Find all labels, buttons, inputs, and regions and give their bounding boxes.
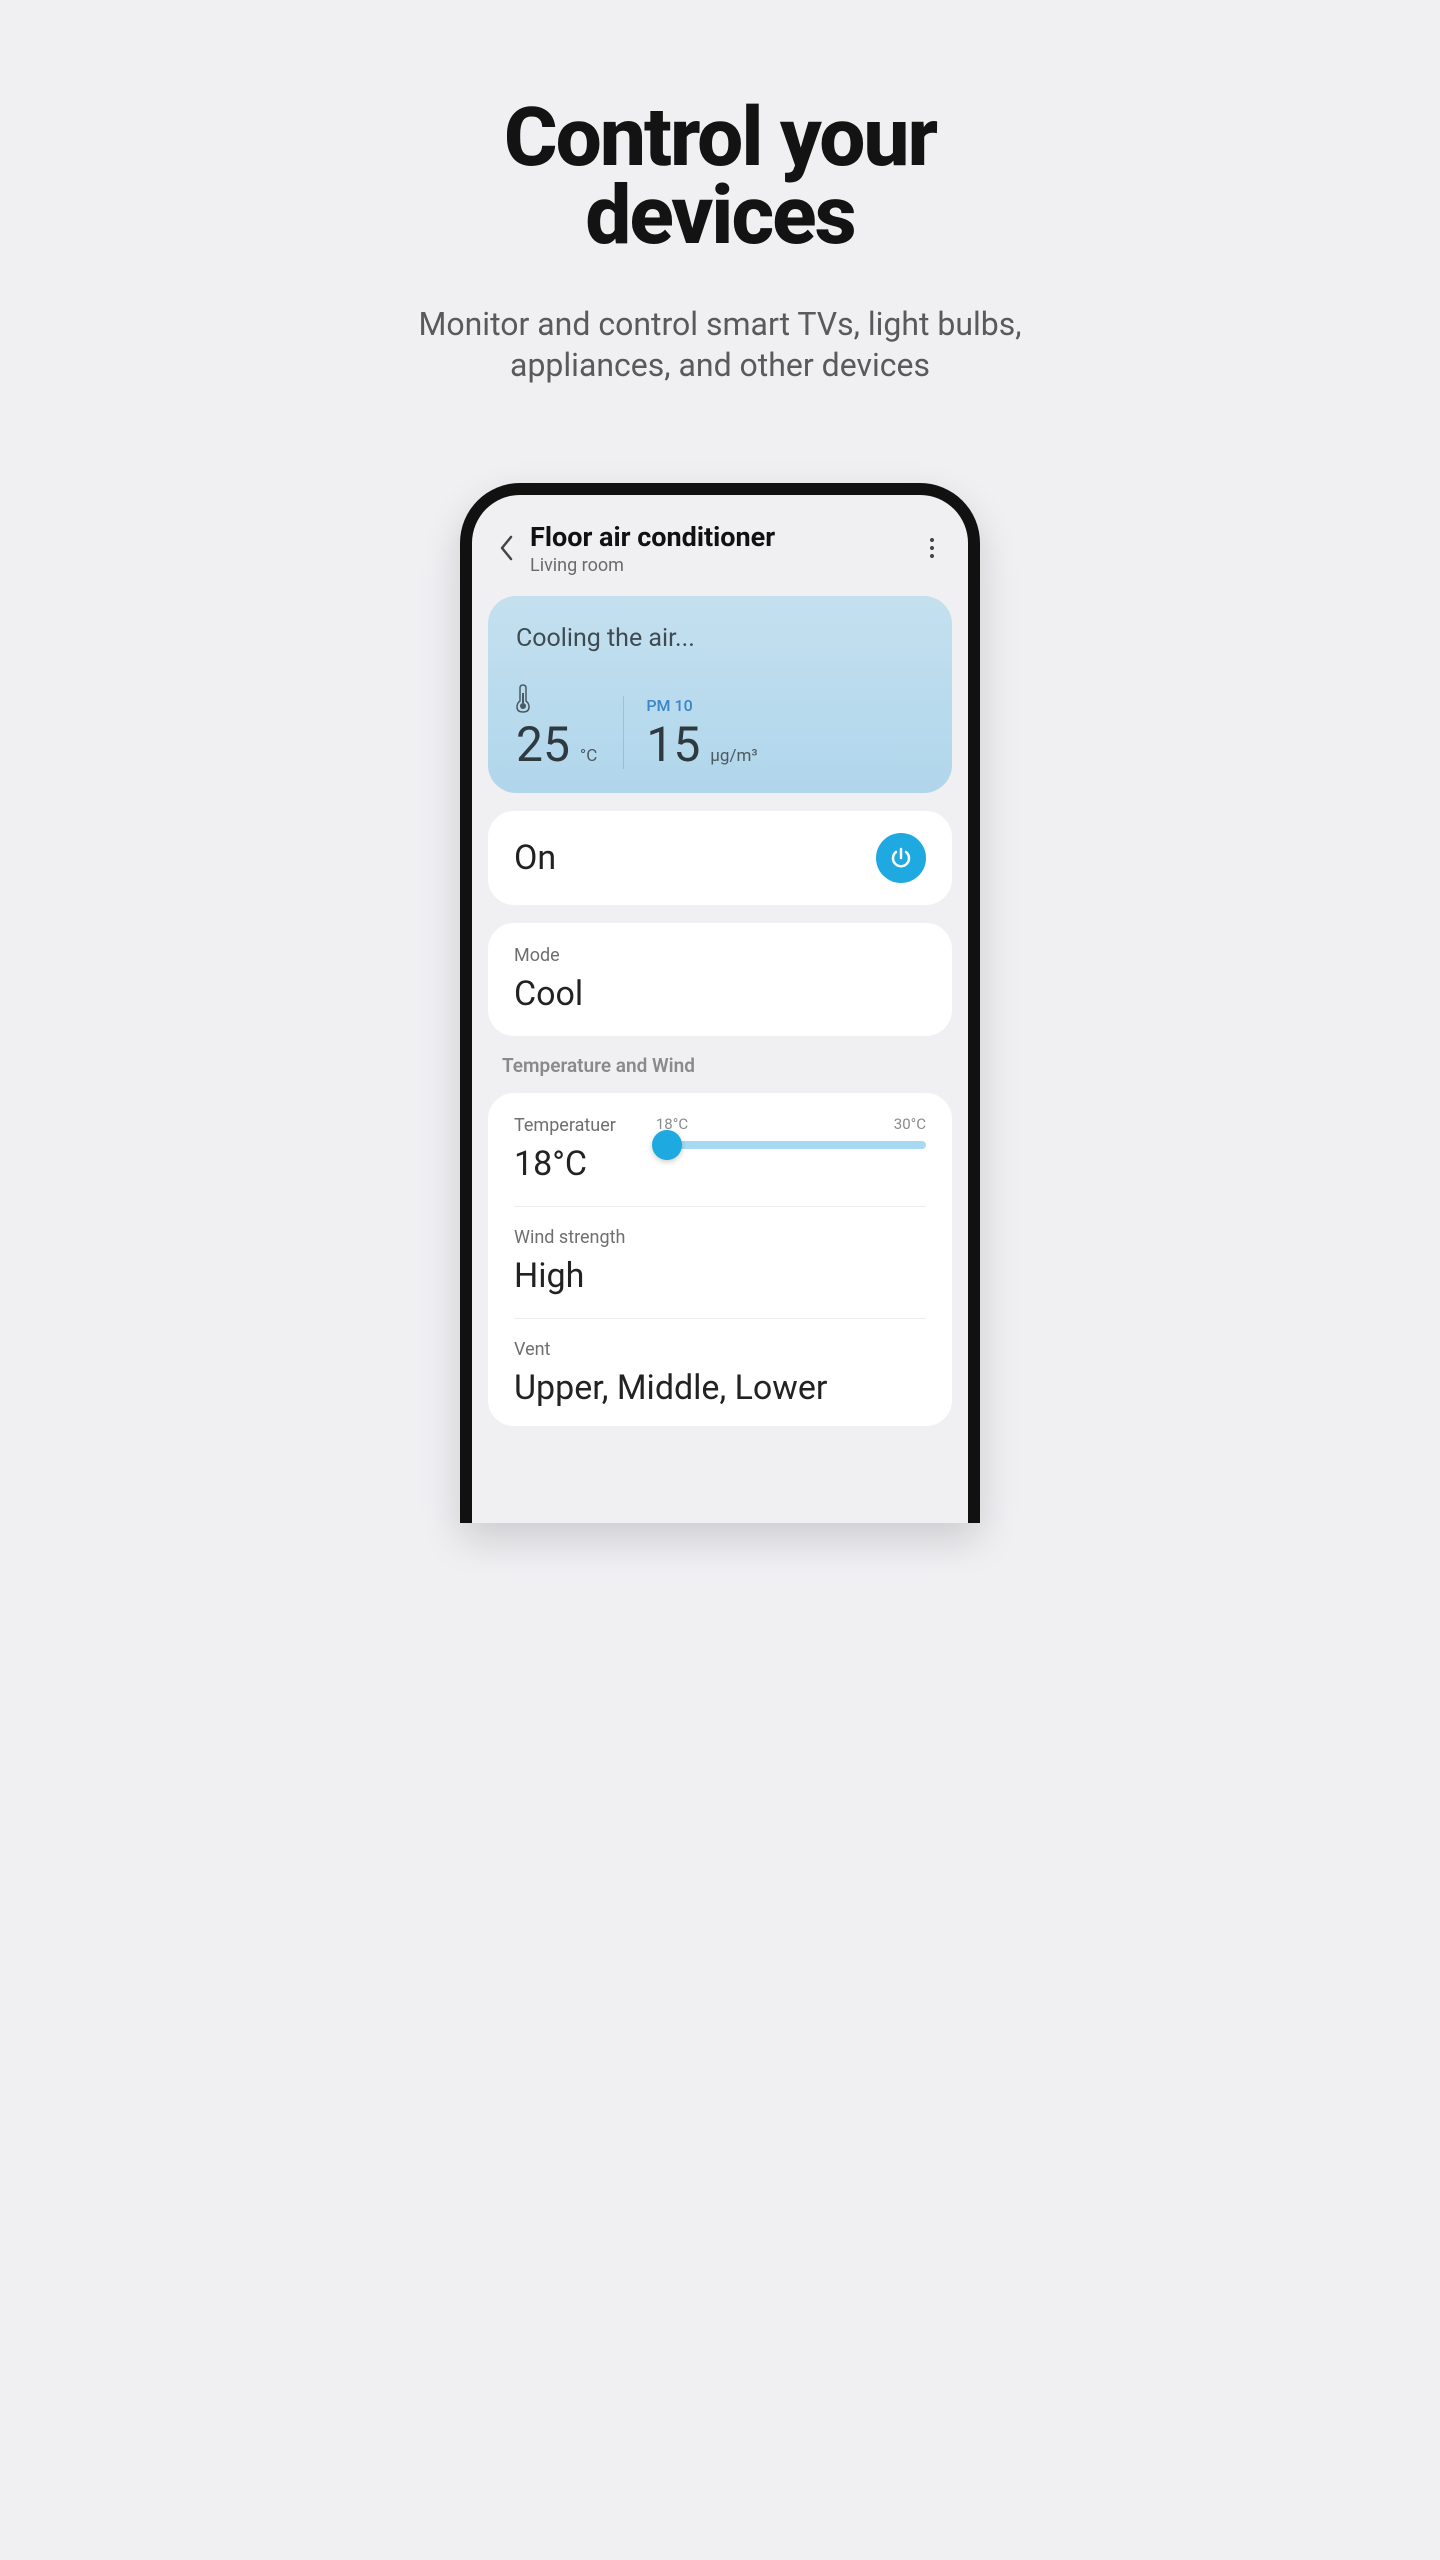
slider-max-label: 30°C [894,1115,926,1133]
wind-label: Wind strength [514,1227,926,1248]
pm-value: 15 [646,716,700,773]
temperature-slider[interactable]: 18°C 30°C [656,1115,926,1149]
title-bar: Floor air conditioner Living room [488,517,952,584]
chevron-left-icon [499,535,515,561]
slider-thumb[interactable] [652,1130,682,1160]
hero-title-line2: devices [585,168,854,264]
vent-value: Upper, Middle, Lower [514,1368,926,1408]
mode-label: Mode [514,945,926,966]
power-state: On [514,838,556,878]
more-button[interactable] [916,528,948,568]
current-temp-value: 25 [516,716,570,773]
status-text: Cooling the air... [516,624,924,653]
power-button[interactable] [876,833,926,883]
wind-block[interactable]: Wind strength High [514,1207,926,1319]
device-title: Floor air conditioner [530,521,916,553]
current-temp-unit: °C [580,746,597,766]
vent-block[interactable]: Vent Upper, Middle, Lower [514,1319,926,1412]
wind-value: High [514,1256,926,1296]
temperature-value: 18°C [514,1144,616,1184]
hero-subtitle: Monitor and control smart TVs, light bul… [310,304,1130,387]
power-icon [889,846,913,870]
mode-value: Cool [514,974,926,1014]
more-vertical-icon [929,537,935,559]
mode-card[interactable]: Mode Cool [488,923,952,1036]
section-temp-wind: Temperature and Wind [502,1054,948,1077]
thermometer-icon [516,683,597,717]
device-room: Living room [530,555,916,576]
back-button[interactable] [492,528,522,568]
slider-track[interactable] [656,1141,926,1149]
pm-unit: μg/m³ [710,746,757,766]
vent-label: Vent [514,1339,926,1360]
pm-label: PM 10 [646,696,757,715]
status-card: Cooling the air... 25 °C PM 10 15 μg/m³ [488,596,952,793]
power-card: On [488,811,952,905]
temp-wind-card: Temperatuer 18°C 18°C 30°C Wind [488,1093,952,1426]
temperature-label: Temperatuer [514,1115,616,1136]
phone-frame: Floor air conditioner Living room Coolin… [460,483,980,1523]
hero-title: Control your devices [310,100,1130,256]
